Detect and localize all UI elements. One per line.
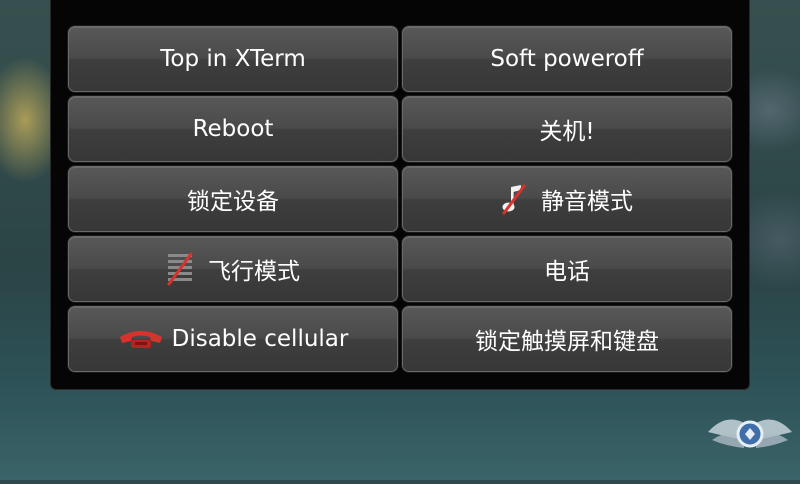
button-label: 静音模式 bbox=[541, 189, 633, 215]
button-label: 锁定设备 bbox=[187, 189, 279, 215]
button-label: Disable cellular bbox=[171, 326, 349, 352]
winged-logo-icon bbox=[700, 388, 800, 480]
button-label: Top in XTerm bbox=[160, 46, 306, 72]
button-label: 关机! bbox=[539, 119, 595, 145]
shutdown-button[interactable]: 关机! bbox=[402, 96, 732, 162]
power-menu-grid: Top in XTerm Soft poweroff Reboot 关机! 锁定… bbox=[68, 26, 732, 372]
top-in-xterm-button[interactable]: Top in XTerm bbox=[68, 26, 398, 92]
silent-mode-icon bbox=[501, 183, 527, 215]
button-label: 锁定触摸屏和键盘 bbox=[475, 329, 659, 355]
lock-touchscreen-keyboard-button[interactable]: 锁定触摸屏和键盘 bbox=[402, 306, 732, 372]
flight-mode-button[interactable]: 飞行模式 bbox=[68, 236, 398, 302]
phone-button[interactable]: 电话 bbox=[402, 236, 732, 302]
disable-cellular-button[interactable]: Disable cellular bbox=[68, 306, 398, 372]
soft-poweroff-button[interactable]: Soft poweroff bbox=[402, 26, 732, 92]
button-label: Reboot bbox=[192, 116, 274, 142]
flight-mode-icon bbox=[166, 252, 194, 286]
button-label: 飞行模式 bbox=[208, 259, 300, 285]
silent-mode-button[interactable]: 静音模式 bbox=[402, 166, 732, 232]
lock-device-button[interactable]: 锁定设备 bbox=[68, 166, 398, 232]
button-label: 电话 bbox=[544, 259, 590, 285]
button-label: Soft poweroff bbox=[490, 46, 644, 72]
reboot-button[interactable]: Reboot bbox=[68, 96, 398, 162]
red-phone-icon bbox=[118, 328, 164, 350]
